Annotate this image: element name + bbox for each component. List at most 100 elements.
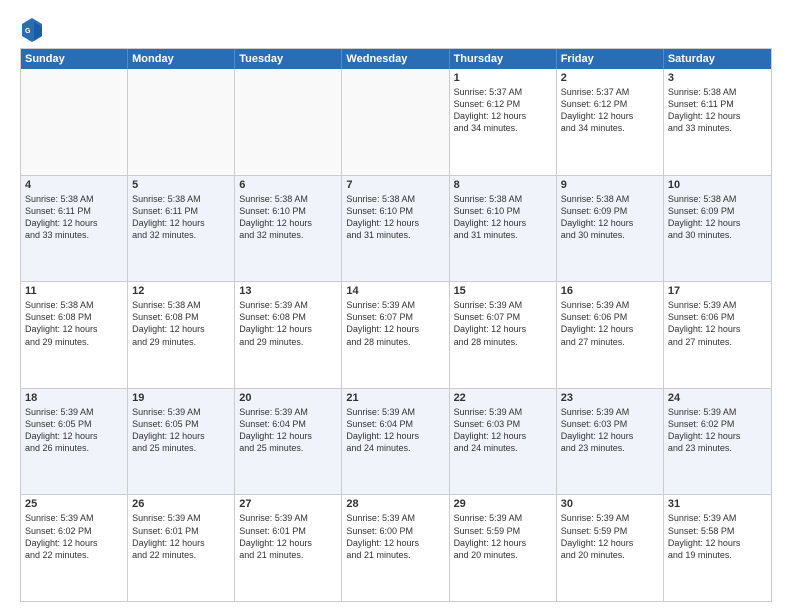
calendar: SundayMondayTuesdayWednesdayThursdayFrid… [20, 48, 772, 602]
day-number: 24 [668, 392, 767, 404]
day-number: 3 [668, 72, 767, 84]
day-cell-18: 18 Sunrise: 5:39 AMSunset: 6:05 PMDayligh… [21, 389, 128, 495]
day-cell-26: 26 Sunrise: 5:39 AMSunset: 6:01 PMDayligh… [128, 495, 235, 601]
empty-cell [235, 69, 342, 175]
day-info: Sunrise: 5:39 AMSunset: 5:59 PMDaylight:… [561, 512, 659, 561]
day-info: Sunrise: 5:37 AMSunset: 6:12 PMDaylight:… [561, 86, 659, 135]
day-cell-5: 5 Sunrise: 5:38 AMSunset: 6:11 PMDaylight… [128, 176, 235, 282]
day-cell-3: 3 Sunrise: 5:38 AMSunset: 6:11 PMDaylight… [664, 69, 771, 175]
day-number: 27 [239, 498, 337, 510]
header-day-saturday: Saturday [664, 49, 771, 69]
day-info: Sunrise: 5:38 AMSunset: 6:09 PMDaylight:… [668, 193, 767, 242]
day-number: 25 [25, 498, 123, 510]
empty-cell [21, 69, 128, 175]
day-number: 9 [561, 179, 659, 191]
week-row-1: 4 Sunrise: 5:38 AMSunset: 6:11 PMDaylight… [21, 176, 771, 283]
day-cell-2: 2 Sunrise: 5:37 AMSunset: 6:12 PMDaylight… [557, 69, 664, 175]
day-number: 23 [561, 392, 659, 404]
day-info: Sunrise: 5:39 AMSunset: 6:07 PMDaylight:… [346, 299, 444, 348]
day-number: 30 [561, 498, 659, 510]
day-number: 11 [25, 285, 123, 297]
day-number: 18 [25, 392, 123, 404]
day-info: Sunrise: 5:38 AMSunset: 6:08 PMDaylight:… [25, 299, 123, 348]
day-number: 2 [561, 72, 659, 84]
day-number: 29 [454, 498, 552, 510]
svg-text:G: G [25, 28, 31, 35]
day-info: Sunrise: 5:38 AMSunset: 6:10 PMDaylight:… [454, 193, 552, 242]
day-info: Sunrise: 5:38 AMSunset: 6:11 PMDaylight:… [132, 193, 230, 242]
week-row-2: 11 Sunrise: 5:38 AMSunset: 6:08 PMDayligh… [21, 282, 771, 389]
day-number: 4 [25, 179, 123, 191]
day-cell-19: 19 Sunrise: 5:39 AMSunset: 6:05 PMDayligh… [128, 389, 235, 495]
day-cell-20: 20 Sunrise: 5:39 AMSunset: 6:04 PMDayligh… [235, 389, 342, 495]
day-number: 6 [239, 179, 337, 191]
day-number: 5 [132, 179, 230, 191]
header-day-sunday: Sunday [21, 49, 128, 69]
day-number: 12 [132, 285, 230, 297]
day-cell-23: 23 Sunrise: 5:39 AMSunset: 6:03 PMDayligh… [557, 389, 664, 495]
day-info: Sunrise: 5:38 AMSunset: 6:10 PMDaylight:… [239, 193, 337, 242]
day-info: Sunrise: 5:39 AMSunset: 5:59 PMDaylight:… [454, 512, 552, 561]
day-number: 22 [454, 392, 552, 404]
day-info: Sunrise: 5:39 AMSunset: 6:05 PMDaylight:… [25, 406, 123, 455]
day-number: 1 [454, 72, 552, 84]
day-number: 28 [346, 498, 444, 510]
day-info: Sunrise: 5:39 AMSunset: 6:02 PMDaylight:… [25, 512, 123, 561]
day-number: 15 [454, 285, 552, 297]
day-cell-7: 7 Sunrise: 5:38 AMSunset: 6:10 PMDaylight… [342, 176, 449, 282]
header-day-friday: Friday [557, 49, 664, 69]
day-cell-11: 11 Sunrise: 5:38 AMSunset: 6:08 PMDayligh… [21, 282, 128, 388]
day-info: Sunrise: 5:39 AMSunset: 6:03 PMDaylight:… [561, 406, 659, 455]
day-cell-1: 1 Sunrise: 5:37 AMSunset: 6:12 PMDaylight… [450, 69, 557, 175]
day-info: Sunrise: 5:39 AMSunset: 6:02 PMDaylight:… [668, 406, 767, 455]
empty-cell [128, 69, 235, 175]
day-cell-27: 27Sunrise: 5:39 AMSunset: 6:01 PMDayligh… [235, 495, 342, 601]
empty-cell [342, 69, 449, 175]
day-number: 17 [668, 285, 767, 297]
day-info: Sunrise: 5:39 AMSunset: 6:08 PMDaylight:… [239, 299, 337, 348]
day-number: 19 [132, 392, 230, 404]
logo: G [20, 16, 48, 44]
day-info: Sunrise: 5:39 AMSunset: 6:04 PMDaylight:… [346, 406, 444, 455]
day-number: 8 [454, 179, 552, 191]
day-info: Sunrise: 5:39 AMSunset: 6:05 PMDaylight:… [132, 406, 230, 455]
header: G [20, 16, 772, 44]
day-number: 20 [239, 392, 337, 404]
day-cell-25: 25 Sunrise: 5:39 AMSunset: 6:02 PMDayligh… [21, 495, 128, 601]
day-info: Sunrise: 5:38 AMSunset: 6:09 PMDaylight:… [561, 193, 659, 242]
day-number: 16 [561, 285, 659, 297]
day-number: 26 [132, 498, 230, 510]
day-cell-13: 13Sunrise: 5:39 AMSunset: 6:08 PMDayligh… [235, 282, 342, 388]
day-cell-17: 17Sunrise: 5:39 AMSunset: 6:06 PMDayligh… [664, 282, 771, 388]
day-cell-6: 6 Sunrise: 5:38 AMSunset: 6:10 PMDaylight… [235, 176, 342, 282]
calendar-header: SundayMondayTuesdayWednesdayThursdayFrid… [21, 49, 771, 69]
day-info: Sunrise: 5:38 AMSunset: 6:08 PMDaylight:… [132, 299, 230, 348]
day-cell-14: 14 Sunrise: 5:39 AMSunset: 6:07 PMDayligh… [342, 282, 449, 388]
day-cell-15: 15Sunrise: 5:39 AMSunset: 6:07 PMDayligh… [450, 282, 557, 388]
week-row-0: 1 Sunrise: 5:37 AMSunset: 6:12 PMDaylight… [21, 69, 771, 176]
day-cell-16: 16Sunrise: 5:39 AMSunset: 6:06 PMDayligh… [557, 282, 664, 388]
day-cell-4: 4Sunrise: 5:38 AMSunset: 6:11 PMDaylight… [21, 176, 128, 282]
day-cell-9: 9 Sunrise: 5:38 AMSunset: 6:09 PMDaylight… [557, 176, 664, 282]
day-cell-10: 10 Sunrise: 5:38 AMSunset: 6:09 PMDayligh… [664, 176, 771, 282]
day-number: 7 [346, 179, 444, 191]
day-info: Sunrise: 5:39 AMSunset: 6:03 PMDaylight:… [454, 406, 552, 455]
page: G SundayMondayTuesdayWednesdayThursdayFr… [0, 0, 792, 612]
week-row-3: 18 Sunrise: 5:39 AMSunset: 6:05 PMDayligh… [21, 389, 771, 496]
header-day-monday: Monday [128, 49, 235, 69]
header-day-tuesday: Tuesday [235, 49, 342, 69]
day-info: Sunrise: 5:39 AMSunset: 6:04 PMDaylight:… [239, 406, 337, 455]
week-row-4: 25 Sunrise: 5:39 AMSunset: 6:02 PMDayligh… [21, 495, 771, 601]
day-number: 21 [346, 392, 444, 404]
day-cell-8: 8 Sunrise: 5:38 AMSunset: 6:10 PMDaylight… [450, 176, 557, 282]
day-info: Sunrise: 5:39 AMSunset: 5:58 PMDaylight:… [668, 512, 767, 561]
day-info: Sunrise: 5:38 AMSunset: 6:11 PMDaylight:… [668, 86, 767, 135]
day-info: Sunrise: 5:39 AMSunset: 6:01 PMDaylight:… [132, 512, 230, 561]
day-info: Sunrise: 5:37 AMSunset: 6:12 PMDaylight:… [454, 86, 552, 135]
day-cell-28: 28Sunrise: 5:39 AMSunset: 6:00 PMDayligh… [342, 495, 449, 601]
day-info: Sunrise: 5:38 AMSunset: 6:10 PMDaylight:… [346, 193, 444, 242]
day-number: 14 [346, 285, 444, 297]
calendar-body: 1 Sunrise: 5:37 AMSunset: 6:12 PMDaylight… [21, 69, 771, 601]
header-day-wednesday: Wednesday [342, 49, 449, 69]
day-number: 10 [668, 179, 767, 191]
